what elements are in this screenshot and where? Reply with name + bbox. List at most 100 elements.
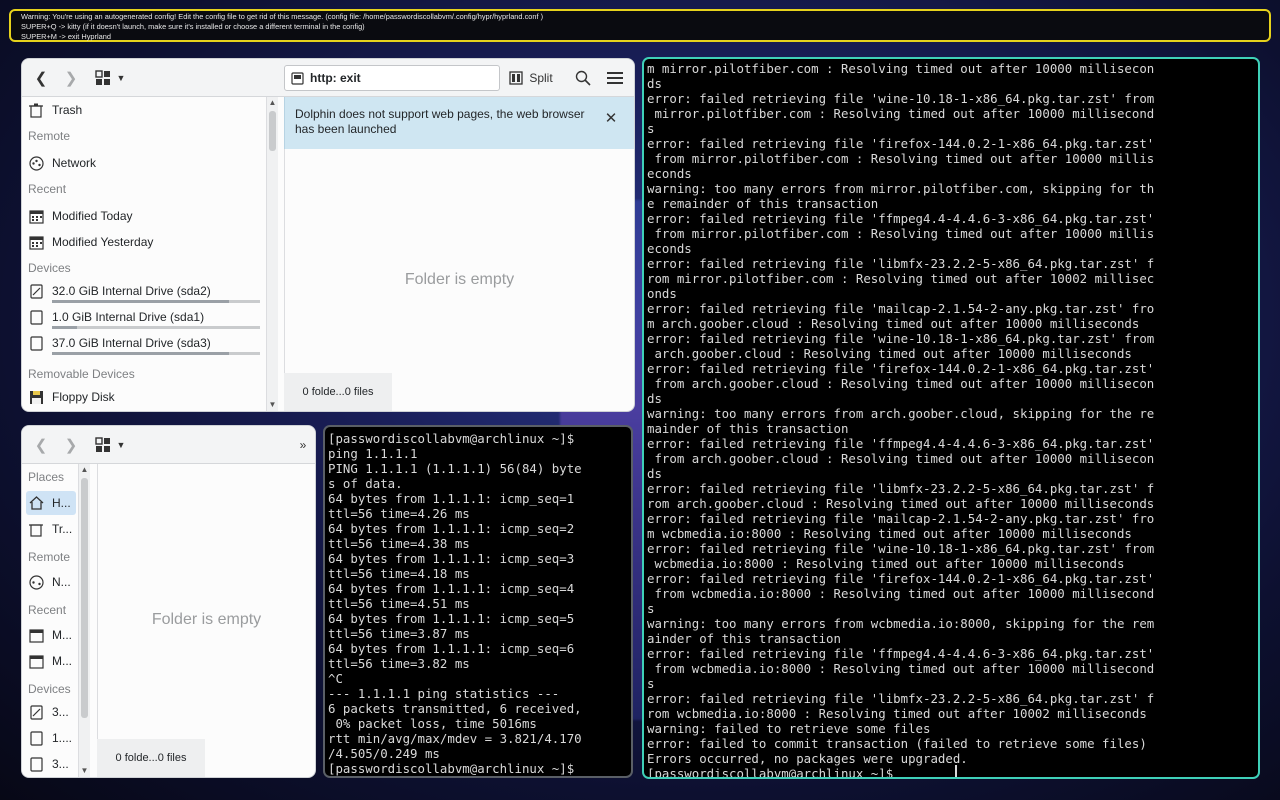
places-scrollbar[interactable]: ▲ ▼ xyxy=(78,464,90,777)
places-label: 3... xyxy=(52,757,69,771)
places-label: Trash xyxy=(52,103,83,117)
back-button[interactable]: ❮ xyxy=(30,434,52,456)
terminal-pacman[interactable]: m mirror.pilotfiber.com : Resolving time… xyxy=(642,57,1260,779)
hyprland-warning-banner: Warning: You're using an autogenerated c… xyxy=(9,9,1271,42)
notice-text: Dolphin does not support web pages, the … xyxy=(295,107,585,136)
terminal-line: 6 packets transmitted, 6 received, xyxy=(328,701,582,716)
places-label: 37.0 GiB Internal Drive (sda3) xyxy=(52,336,211,350)
places-label: Network xyxy=(52,156,97,170)
hamburger-menu-icon xyxy=(607,72,623,84)
file-view[interactable]: Folder is empty xyxy=(97,464,315,739)
terminal-line: arch.goober.cloud : Resolving timed out … xyxy=(647,346,1132,361)
terminal-line: rom mirror.pilotfiber.com : Resolving ti… xyxy=(647,271,1155,286)
places-item-floppy[interactable]: Floppy Disk xyxy=(26,385,260,409)
places-item-home[interactable]: H... xyxy=(26,491,76,515)
places-item-modified-yesterday[interactable]: M... xyxy=(26,649,76,673)
scrollbar-thumb[interactable] xyxy=(269,111,276,151)
places-scrollbar[interactable]: ▲ ▼ xyxy=(266,97,278,411)
double-chevron-right-icon: » xyxy=(299,438,307,452)
places-item-trash[interactable]: Trash xyxy=(26,98,260,122)
notice-close-button[interactable]: ✕ xyxy=(603,111,619,127)
split-icon xyxy=(509,71,523,85)
trash-icon xyxy=(28,102,44,118)
places-item-network[interactable]: N... xyxy=(26,570,76,594)
back-button[interactable]: ❮ xyxy=(30,67,52,89)
places-item-modified-today[interactable]: M... xyxy=(26,623,76,647)
terminal-line: error: failed retrieving file 'mailcap-2… xyxy=(647,511,1155,526)
terminal-line: from mirror.pilotfiber.com : Resolving t… xyxy=(647,151,1155,166)
terminal-line: e remainder of this transaction xyxy=(647,196,879,211)
places-item-trash[interactable]: Tr... xyxy=(26,517,76,541)
scrollbar-thumb[interactable] xyxy=(81,478,88,718)
terminal-line: [passwordiscollabvm@archlinux ~]$ xyxy=(328,431,575,446)
search-button[interactable] xyxy=(572,67,594,89)
scroll-down-arrow[interactable]: ▼ xyxy=(267,399,278,411)
terminal-line: error: failed retrieving file 'firefox-1… xyxy=(647,571,1155,586)
terminal-line: Errors occurred, no packages were upgrad… xyxy=(647,751,968,766)
places-item-modified-today[interactable]: Modified Today xyxy=(26,204,260,228)
terminal-line: ds xyxy=(647,76,662,91)
menu-button[interactable] xyxy=(604,67,626,89)
file-view[interactable]: Folder is empty xyxy=(284,149,634,373)
places-item-drive-sda3[interactable]: 3... xyxy=(26,752,76,776)
places-label: Floppy Disk xyxy=(52,390,115,404)
terminal-line: warning: too many errors from wcbmedia.i… xyxy=(647,616,1155,631)
terminal-line: from wcbmedia.io:8000 : Resolving timed … xyxy=(647,586,1155,601)
terminal-line: error: failed retrieving file 'wine-10.1… xyxy=(647,331,1155,346)
terminal-line: onds xyxy=(647,286,677,301)
banner-line: SUPER+Q -> kitty (if it doesn't launch, … xyxy=(21,22,365,31)
chevron-down-icon: ▼ xyxy=(116,440,126,450)
banner-line: SUPER+M -> exit Hyprland xyxy=(21,32,111,41)
terminal-line: error: failed retrieving file 'mailcap-2… xyxy=(647,301,1155,316)
view-mode-button[interactable]: ▼ xyxy=(92,67,128,89)
close-icon: ✕ xyxy=(604,110,618,127)
drive-usage-bar xyxy=(52,300,260,303)
terminal-line: from wcbmedia.io:8000 : Resolving timed … xyxy=(647,661,1155,676)
terminal-line: error: failed retrieving file 'ffmpeg4.4… xyxy=(647,646,1155,661)
calendar-icon xyxy=(28,234,44,250)
places-item-network[interactable]: Network xyxy=(26,151,260,175)
drive-icon xyxy=(28,756,44,772)
drive-icon xyxy=(28,730,44,746)
places-label: 1.... xyxy=(52,731,73,745)
terminal-line: ping 1.1.1.1 xyxy=(328,446,418,461)
terminal-line: m mirror.pilotfiber.com : Resolving time… xyxy=(647,61,1155,76)
drive-icon xyxy=(28,283,44,299)
places-item-modified-yesterday[interactable]: Modified Yesterday xyxy=(26,230,260,254)
terminal-ping[interactable]: [passwordiscollabvm@archlinux ~]$ ping 1.… xyxy=(323,425,633,778)
section-heading-removable: Removable Devices xyxy=(28,367,135,381)
section-heading-remote: Remote xyxy=(28,129,71,143)
terminal-line: wcbmedia.io:8000 : Resolving timed out a… xyxy=(647,556,1125,571)
scroll-up-arrow[interactable]: ▲ xyxy=(79,464,90,476)
terminal-line: rtt min/avg/max/mdev = 3.821/4.170 xyxy=(328,731,582,746)
dolphin-window-top: ❮ ❯ ▼ http: exit Split Trash Remote Netw… xyxy=(21,58,635,412)
terminal-line: 64 bytes from 1.1.1.1: icmp_seq=5 xyxy=(328,611,575,626)
scroll-down-arrow[interactable]: ▼ xyxy=(79,765,90,777)
forward-button[interactable]: ❯ xyxy=(60,434,82,456)
terminal-line: error: failed retrieving file 'firefox-1… xyxy=(647,361,1155,376)
terminal-line: error: failed retrieving file 'ffmpeg4.4… xyxy=(647,211,1155,226)
drive-usage-fill xyxy=(52,300,229,303)
terminal-line: ttl=56 time=4.18 ms xyxy=(328,566,470,581)
drive-icon xyxy=(28,335,44,351)
banner-line: Warning: You're using an autogenerated c… xyxy=(21,12,544,21)
location-bar[interactable]: http: exit xyxy=(284,65,500,91)
section-heading-devices: Devices xyxy=(28,682,71,696)
terminal-line: mainder of this transaction xyxy=(647,421,849,436)
terminal-line: s xyxy=(647,676,655,691)
places-label: Modified Yesterday xyxy=(52,235,154,249)
view-mode-button[interactable]: ▼ xyxy=(92,434,128,456)
terminal-line: 0% packet loss, time 5016ms xyxy=(328,716,537,731)
places-item-drive-sda2[interactable]: 3... xyxy=(26,700,76,724)
drive-icon xyxy=(291,71,304,85)
forward-button[interactable]: ❯ xyxy=(60,67,82,89)
network-icon xyxy=(28,155,44,171)
terminal-line: from arch.goober.cloud : Resolving timed… xyxy=(647,451,1155,466)
scroll-up-arrow[interactable]: ▲ xyxy=(267,97,278,109)
notice-message: Dolphin does not support web pages, the … xyxy=(284,97,634,149)
overflow-button[interactable]: » xyxy=(294,434,312,456)
places-item-drive-sda1[interactable]: 1.... xyxy=(26,726,76,750)
split-button[interactable]: Split xyxy=(506,67,556,89)
terminal-line: ttl=56 time=3.87 ms xyxy=(328,626,470,641)
terminal-line: m wcbmedia.io:8000 : Resolving timed out… xyxy=(647,526,1132,541)
